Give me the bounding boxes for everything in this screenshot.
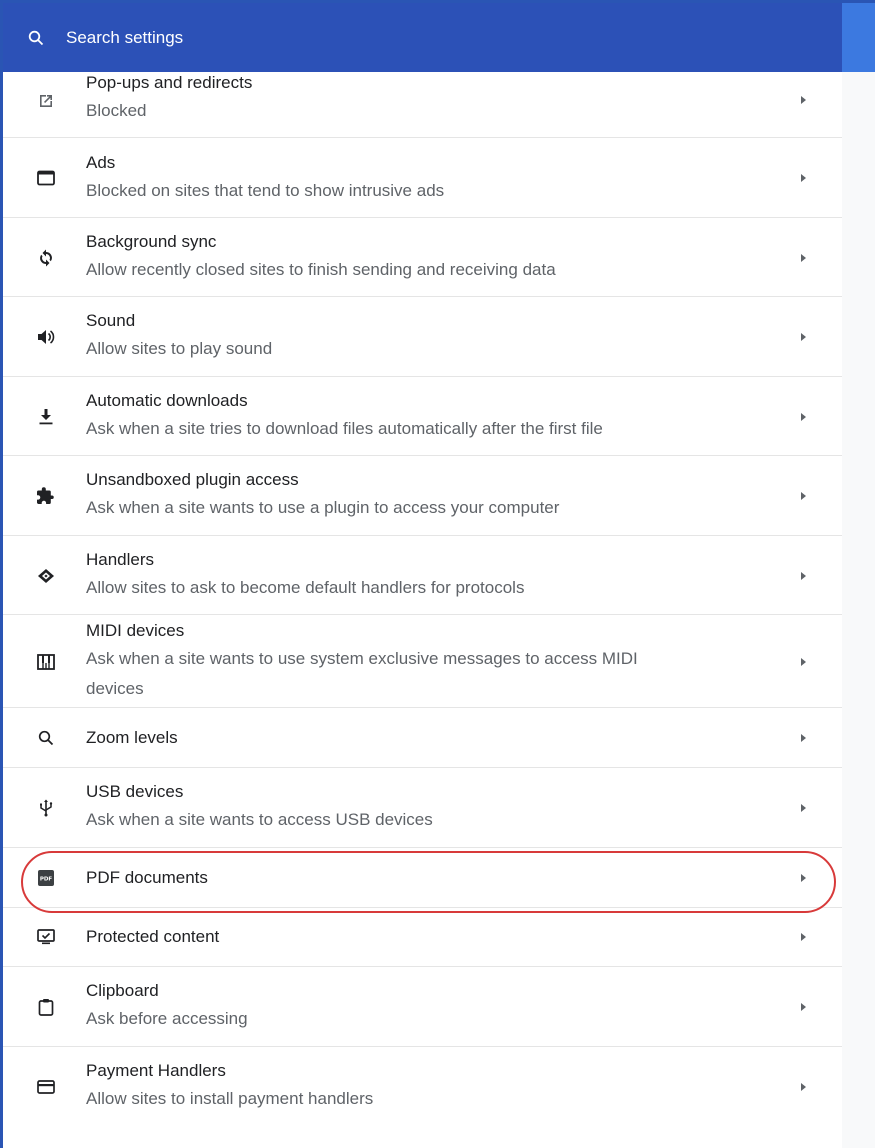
list-item-clipboard[interactable]: Clipboard Ask before accessing (3, 967, 842, 1047)
midi-devices-subtitle: Ask when a site wants to use system excl… (86, 649, 638, 668)
search-icon (28, 30, 44, 46)
site-settings-list: Pop-ups and redirects Blocked Ads Blocke… (3, 72, 842, 1148)
clipboard-title: Clipboard (86, 981, 159, 1000)
payment-handlers-subtitle: Allow sites to install payment handlers (86, 1089, 374, 1108)
midi-devices-subtitle-continued: devices (86, 679, 144, 698)
list-item-pdf-documents[interactable]: PDF PDF documents (3, 848, 842, 908)
volume-icon (35, 326, 57, 348)
list-item-zoom-levels[interactable]: Zoom levels (3, 708, 842, 768)
sync-icon (35, 247, 57, 269)
chevron-right-icon (801, 658, 806, 666)
sound-subtitle: Allow sites to play sound (86, 339, 273, 358)
svg-text:PDF: PDF (40, 877, 53, 883)
search-input[interactable]: Search settings (66, 28, 183, 48)
page-background-right (842, 72, 875, 1148)
clipboard-subtitle: Ask before accessing (86, 1009, 248, 1028)
chevron-right-icon (801, 734, 806, 742)
handlers-subtitle: Allow sites to ask to become default han… (86, 578, 525, 597)
usb-devices-subtitle: Ask when a site wants to access USB devi… (86, 810, 433, 829)
ads-title: Ads (86, 153, 116, 172)
list-item-ads[interactable]: Ads Blocked on sites that tend to show i… (3, 138, 842, 218)
pdf-documents-title: PDF documents (86, 868, 208, 887)
midi-devices-title: MIDI devices (86, 621, 185, 640)
ads-subtitle: Blocked on sites that tend to show intru… (86, 181, 445, 200)
chevron-right-icon (801, 492, 806, 500)
popups-title: Pop-ups and redirects (86, 73, 253, 92)
unsandboxed-plugin-title: Unsandboxed plugin access (86, 470, 299, 489)
list-item-background-sync[interactable]: Background sync Allow recently closed si… (3, 218, 842, 297)
popups-subtitle: Blocked (86, 101, 147, 120)
clipboard-icon (35, 996, 57, 1018)
chevron-right-icon (801, 874, 806, 882)
sound-title: Sound (86, 311, 136, 330)
list-item-handlers[interactable]: Handlers Allow sites to ask to become de… (3, 536, 842, 615)
payment-icon (35, 1076, 57, 1098)
chevron-right-icon (801, 254, 806, 262)
search-bar[interactable]: Search settings (3, 3, 842, 72)
chevron-right-icon (801, 1083, 806, 1091)
chevron-right-icon (801, 933, 806, 941)
list-item-unsandboxed-plugin[interactable]: Unsandboxed plugin access Ask when a sit… (3, 456, 842, 536)
list-item-automatic-downloads[interactable]: Automatic downloads Ask when a site trie… (3, 377, 842, 456)
list-item-midi-devices[interactable]: MIDI devices Ask when a site wants to us… (3, 615, 842, 708)
handlers-title: Handlers (86, 550, 155, 569)
chevron-right-icon (801, 572, 806, 580)
unsandboxed-plugin-subtitle: Ask when a site wants to use a plugin to… (86, 498, 560, 517)
puzzle-piece-icon (35, 485, 57, 507)
payment-handlers-title: Payment Handlers (86, 1061, 226, 1080)
web-asset-icon (35, 167, 57, 189)
chevron-right-icon (801, 413, 806, 421)
protected-content-icon (35, 926, 57, 948)
piano-icon (35, 651, 57, 673)
open-in-new-icon (35, 90, 57, 112)
automatic-downloads-title: Automatic downloads (86, 391, 248, 410)
chevron-right-icon (801, 333, 806, 341)
usb-devices-title: USB devices (86, 782, 184, 801)
list-item-payment-handlers[interactable]: Payment Handlers Allow sites to install … (3, 1047, 842, 1127)
list-item-popups[interactable]: Pop-ups and redirects Blocked (3, 72, 842, 138)
chevron-right-icon (801, 174, 806, 182)
zoom-levels-title: Zoom levels (86, 728, 178, 747)
background-sync-title: Background sync (86, 232, 217, 251)
chevron-right-icon (801, 804, 806, 812)
list-item-usb-devices[interactable]: USB devices Ask when a site wants to acc… (3, 768, 842, 848)
pdf-icon: PDF (35, 867, 57, 889)
background-sync-subtitle: Allow recently closed sites to finish se… (86, 260, 556, 279)
zoom-icon (35, 727, 57, 749)
protected-content-title: Protected content (86, 927, 220, 946)
header-right-area (842, 3, 875, 72)
chevron-right-icon (801, 1003, 806, 1011)
chevron-right-icon (801, 96, 806, 104)
handler-icon (35, 565, 57, 587)
list-item-sound[interactable]: Sound Allow sites to play sound (3, 297, 842, 377)
list-item-protected-content[interactable]: Protected content (3, 908, 842, 967)
usb-icon (35, 797, 57, 819)
automatic-downloads-subtitle: Ask when a site tries to download files … (86, 419, 603, 438)
download-icon (35, 406, 57, 428)
